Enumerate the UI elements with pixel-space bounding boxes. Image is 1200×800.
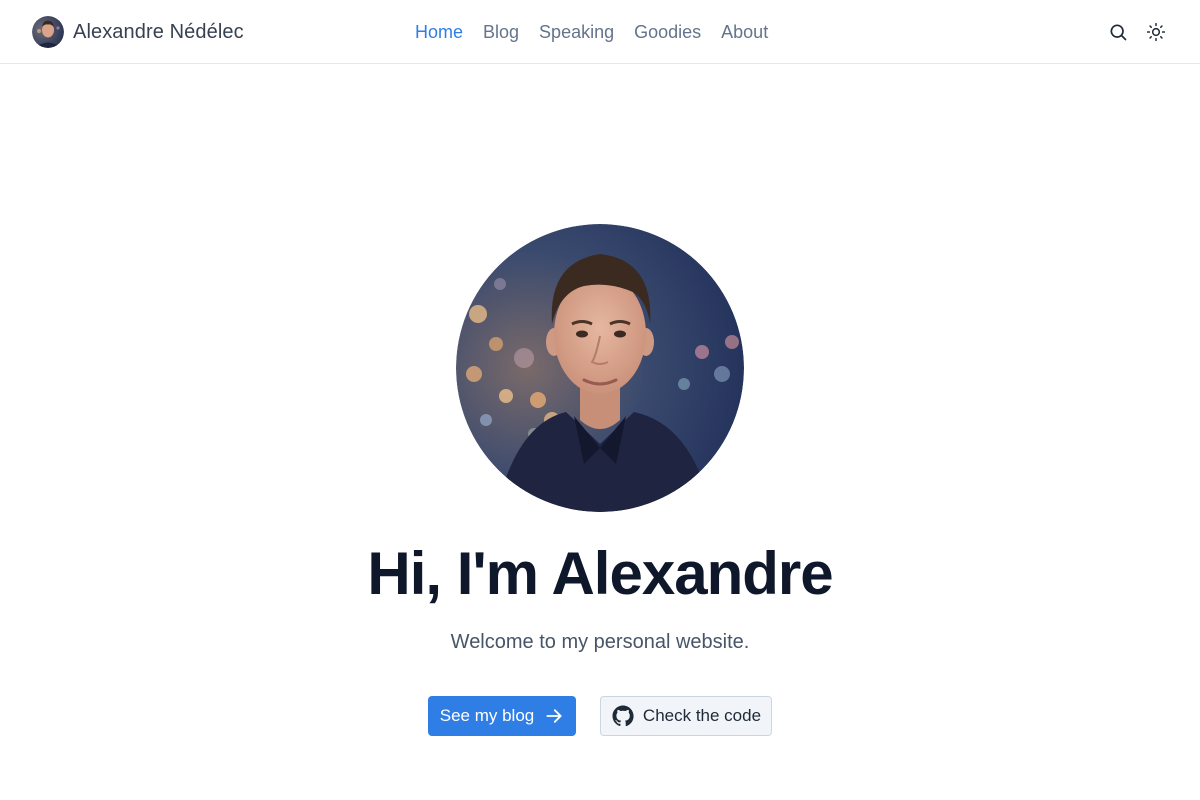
check-code-label: Check the code (642, 706, 762, 725)
sun-icon (1146, 22, 1166, 42)
search-icon (1110, 24, 1127, 41)
hero-subtitle: Welcome to my personal website. (450, 631, 750, 653)
nav-blog[interactable]: Blog (473, 0, 529, 64)
brand-link[interactable]: Alexandre Nédélec (32, 16, 244, 48)
see-blog-button[interactable]: See my blog (428, 696, 576, 736)
see-blog-label: See my blog (439, 706, 535, 725)
theme-toggle-button[interactable] (1140, 16, 1172, 48)
profile-photo (456, 224, 744, 512)
header-actions (1096, 16, 1172, 48)
avatar (32, 16, 64, 48)
nav-goodies[interactable]: Goodies (624, 0, 711, 64)
nav-speaking[interactable]: Speaking (529, 0, 624, 64)
check-code-button[interactable]: Check the code (600, 696, 772, 736)
hero-title: Hi, I'm Alexandre (367, 540, 833, 607)
arrow-right-icon (546, 709, 562, 723)
search-button[interactable] (1102, 16, 1134, 48)
nav-home[interactable]: Home (405, 0, 473, 64)
main-nav: Home Blog Speaking Goodies About (405, 0, 778, 64)
brand-name: Alexandre Nédélec (73, 20, 244, 43)
github-icon (612, 705, 634, 727)
site-header: Alexandre Nédélec Home Blog Speaking Goo… (0, 0, 1200, 64)
nav-about[interactable]: About (711, 0, 778, 64)
